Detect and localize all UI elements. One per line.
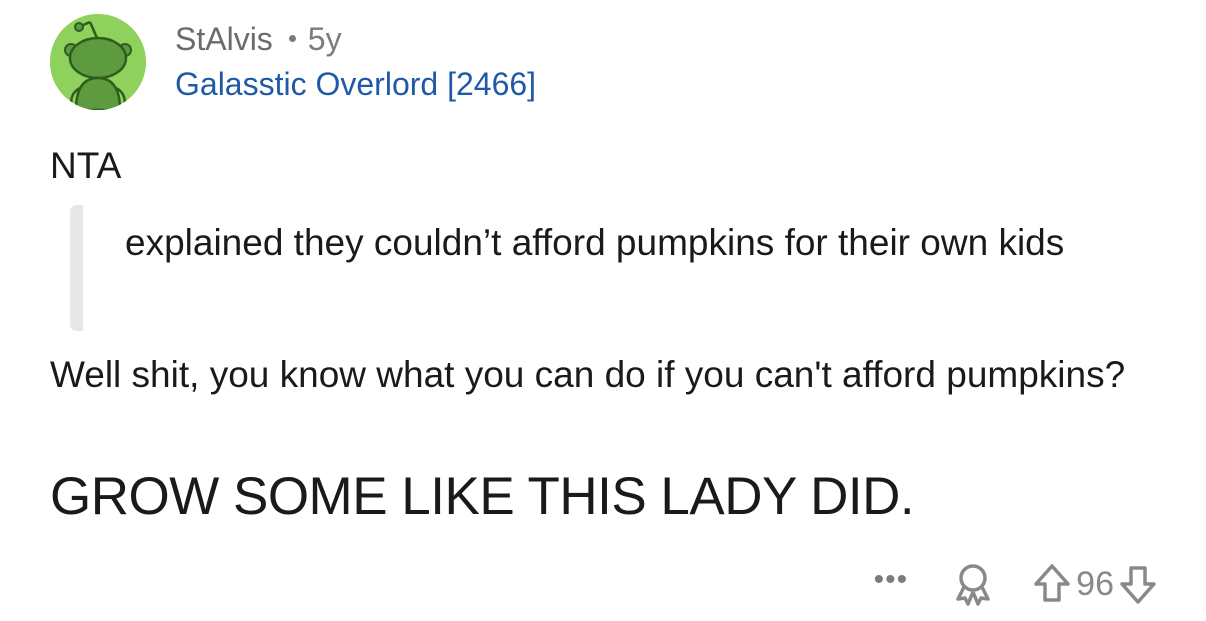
upvote-icon[interactable] [1032,562,1072,606]
verdict-text: NTA [50,145,122,186]
vote-score: 96 [1076,564,1114,603]
meta-line: StAlvis 5y [175,18,536,60]
user-flair: Galasstic Overlord [2466] [175,66,537,102]
comment-meta: StAlvis 5y Galasstic Overlord [2466] [175,18,536,106]
comment-actions: ••• 96 [874,556,1158,612]
blockquote: explained they couldn’t afford pumpkins … [70,205,1130,331]
separator-dot [288,35,296,43]
snoo-avatar-icon [50,14,146,110]
username[interactable]: StAlvis [175,21,273,57]
comment-header: StAlvis 5y Galasstic Overlord [2466] [50,14,750,114]
award-icon[interactable] [950,561,996,607]
comment-heading: GROW SOME LIKE THIS LADY DID. [50,467,915,526]
comment-age: 5y [307,21,342,57]
user-avatar[interactable] [50,14,146,110]
more-options-button[interactable]: ••• [874,565,909,603]
downvote-icon[interactable] [1118,562,1158,606]
comment-paragraph: Well shit, you know what you can do if y… [50,354,1126,395]
quote-text: explained they couldn’t afford pumpkins … [125,222,1065,263]
